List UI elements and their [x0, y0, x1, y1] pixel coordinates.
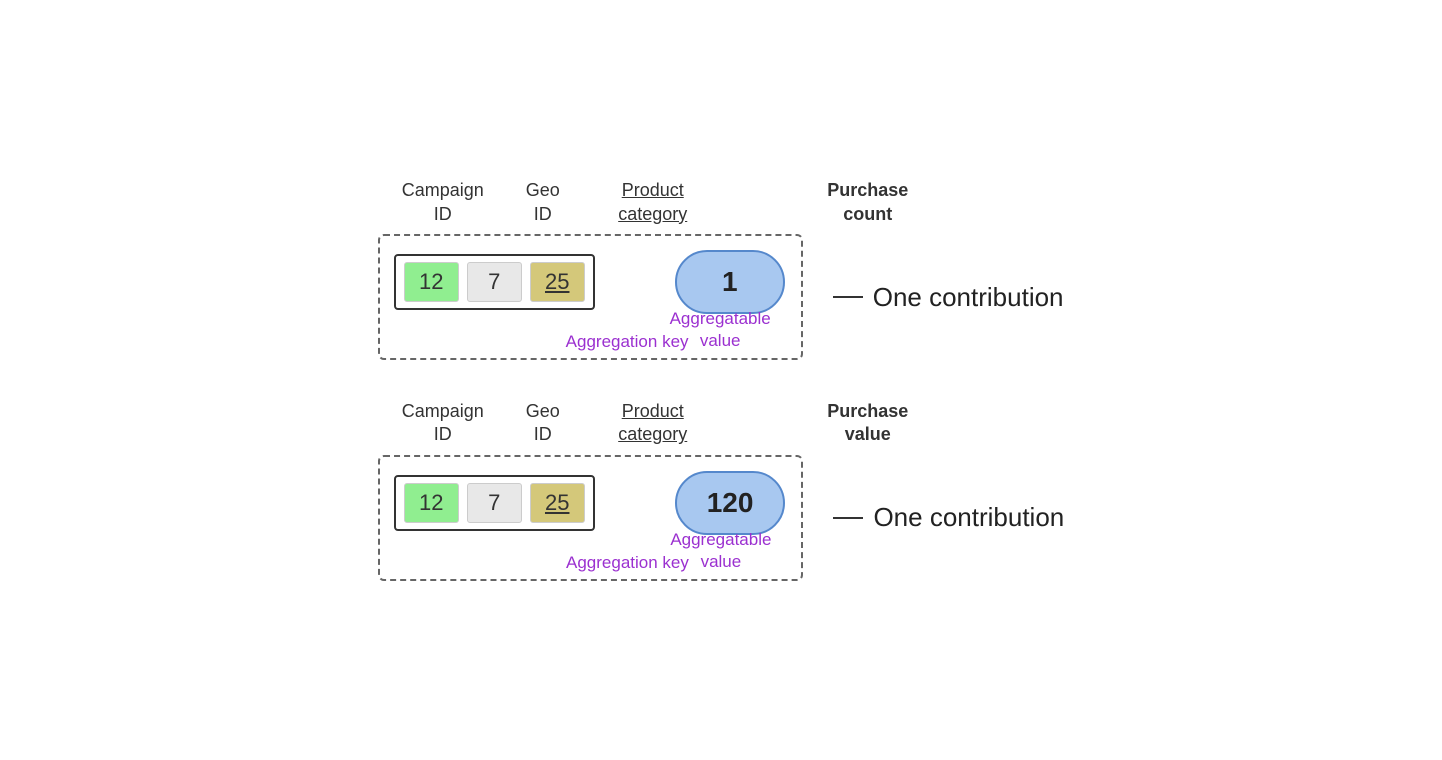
value-wrapper-2: 120 [635, 471, 786, 535]
aggregatable-value-2: 120 [675, 471, 786, 535]
campaign-cell-1: 12 [404, 262, 459, 302]
geo-cell-2: 7 [467, 483, 522, 523]
main-diagram: CampaignID GeoID Productcategory Purchas… [358, 159, 1085, 601]
header-purchase-2: Purchasevalue [798, 400, 938, 447]
aggregatable-value-1: 1 [675, 250, 785, 314]
connector-line-2 [833, 517, 863, 519]
header-product-1: Productcategory [588, 179, 718, 226]
outer-dashed-2: 12 7 25 120 Aggregation key Aggregatable… [378, 455, 804, 581]
header-campaign-2: CampaignID [388, 400, 498, 447]
contribution-block-1: CampaignID GeoID Productcategory Purchas… [378, 179, 1065, 360]
full-row-1: 12 7 25 1 Aggregation key Aggregatableva… [378, 234, 1065, 360]
product-cell-2: 25 [530, 483, 585, 523]
header-campaign-1: CampaignID [388, 179, 498, 226]
headers-row-2: CampaignID GeoID Productcategory Purchas… [378, 400, 1065, 447]
value-wrapper-1: 1 [635, 250, 785, 314]
geo-cell-1: 7 [467, 262, 522, 302]
header-purchase-1: Purchasecount [798, 179, 938, 226]
contribution-block-2: CampaignID GeoID Productcategory Purchas… [378, 400, 1065, 581]
aggregatable-value-label-1: Aggregatablevalue [670, 308, 771, 352]
key-box-2: 12 7 25 [394, 475, 595, 531]
contribution-label-area-1: One contribution [833, 282, 1064, 313]
connector-line-1 [833, 296, 863, 298]
header-geo-1: GeoID [498, 179, 588, 226]
contribution-label-area-2: One contribution [833, 502, 1064, 533]
outer-dashed-1: 12 7 25 1 Aggregation key Aggregatableva… [378, 234, 803, 360]
key-box-1: 12 7 25 [394, 254, 595, 310]
aggregatable-value-label-2: Aggregatablevalue [670, 529, 771, 573]
contribution-text-2: One contribution [873, 502, 1064, 533]
product-cell-1: 25 [530, 262, 585, 302]
campaign-cell-2: 12 [404, 483, 459, 523]
contribution-text-1: One contribution [873, 282, 1064, 313]
full-row-2: 12 7 25 120 Aggregation key Aggregatable… [378, 455, 1065, 581]
header-product-2: Productcategory [588, 400, 718, 447]
header-geo-2: GeoID [498, 400, 588, 447]
headers-row-1: CampaignID GeoID Productcategory Purchas… [378, 179, 1065, 226]
